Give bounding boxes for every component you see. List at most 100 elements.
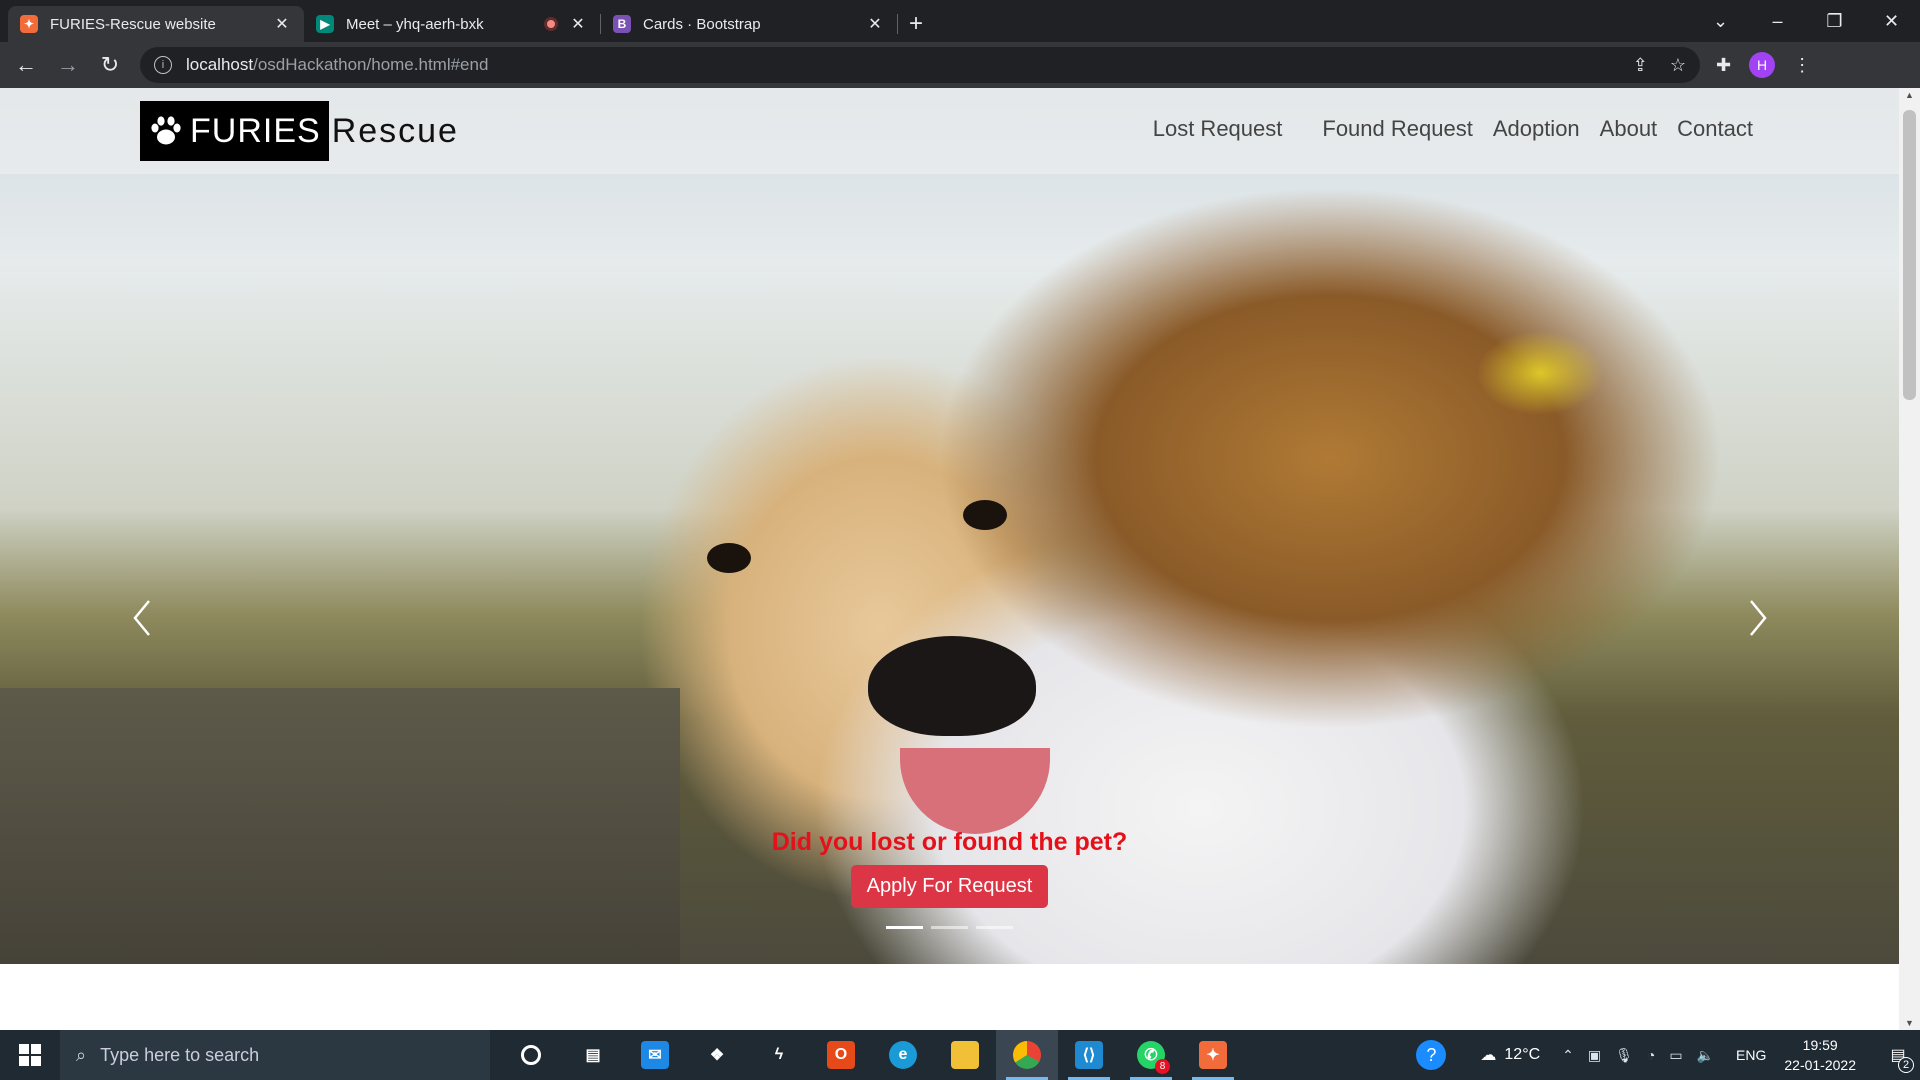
nav-link-found-request[interactable]: Found Request	[1322, 116, 1472, 142]
carousel-prev-button[interactable]	[122, 588, 162, 648]
close-tab-icon[interactable]: ✕	[865, 14, 885, 34]
carousel-next-button[interactable]	[1738, 588, 1778, 648]
meet-tray-icon[interactable]: ▣	[1588, 1047, 1601, 1064]
meet-favicon-icon: ▶	[316, 15, 334, 33]
minimize-button[interactable]: –	[1749, 11, 1806, 32]
office-app-icon[interactable]: O	[810, 1030, 872, 1080]
nav-link-about[interactable]: About	[1600, 116, 1658, 142]
start-button[interactable]	[0, 1030, 60, 1080]
recording-indicator-icon	[544, 17, 558, 31]
xampp-app-icon[interactable]: ✦	[1182, 1030, 1244, 1080]
browser-tab-furies[interactable]: ✦ FURIES-Rescue website ✕	[8, 6, 304, 42]
hero-image-detail	[963, 500, 1007, 530]
tab-title: FURIES-Rescue website	[50, 15, 216, 33]
tab-search-icon[interactable]: ⌄	[1692, 11, 1749, 32]
notification-center-icon[interactable]: ▤ 2	[1876, 1045, 1920, 1073]
file-explorer-icon[interactable]	[934, 1030, 996, 1080]
search-placeholder: Type here to search	[100, 1044, 260, 1065]
brand-logo-box: FURIES	[140, 101, 329, 161]
nav-link-adoption[interactable]: Adoption	[1493, 116, 1580, 142]
page-scrollbar[interactable]: ▲ ▼	[1899, 88, 1920, 1030]
chevron-right-icon	[1750, 600, 1767, 636]
taskbar-search-input[interactable]: ⌕ Type here to search	[60, 1030, 490, 1080]
windows-logo-icon	[19, 1044, 41, 1066]
close-window-button[interactable]: ✕	[1863, 11, 1920, 32]
close-tab-icon[interactable]: ✕	[568, 14, 588, 34]
browser-tab-bootstrap[interactable]: B Cards · Bootstrap ✕	[601, 6, 897, 42]
hero-image-detail	[900, 748, 1050, 834]
reload-icon[interactable]: ↻	[92, 47, 128, 83]
paw-icon	[146, 111, 186, 151]
menu-kebab-icon[interactable]: ⋮	[1793, 55, 1811, 76]
hero-image-background	[0, 688, 680, 964]
toolbar-actions: ✚ H ⋮	[1716, 52, 1811, 78]
caption-title: Did you lost or found the pet?	[771, 828, 1128, 856]
chevron-up-icon[interactable]: ⌃	[1562, 1047, 1574, 1064]
weather-widget[interactable]: ☁ 12°C	[1480, 1045, 1540, 1065]
url-path: /osdHackathon/home.html#end	[253, 55, 489, 74]
search-icon: ⌕	[76, 1044, 87, 1065]
microphone-icon[interactable]: 🎙	[1615, 1047, 1633, 1064]
back-icon[interactable]: ←	[8, 47, 44, 83]
chevron-left-icon	[133, 600, 150, 636]
scrollbar-thumb[interactable]	[1903, 110, 1916, 400]
battery-icon[interactable]: ▭	[1669, 1047, 1682, 1064]
scroll-down-icon[interactable]: ▼	[1899, 1018, 1920, 1028]
new-tab-button[interactable]: +	[898, 6, 934, 42]
vscode-app-icon[interactable]: ⟨⟩	[1058, 1030, 1120, 1080]
tab-title: Cards · Bootstrap	[643, 15, 761, 33]
apply-for-request-button[interactable]: Apply For Request	[850, 865, 1049, 908]
notification-count: 2	[1898, 1057, 1914, 1073]
system-tray: ? ☁ 12°C ⌃ ▣ 🎙 ◔ ▭ 🔈 ENG 19:59 22-01-202…	[1416, 1030, 1920, 1080]
share-icon[interactable]: ⇪	[1633, 55, 1648, 76]
mail-app-icon[interactable]: ✉	[624, 1030, 686, 1080]
browser-tab-meet[interactable]: ▶ Meet – yhq-aerh-bxk ✕	[304, 6, 600, 42]
extensions-icon[interactable]: ✚	[1716, 55, 1731, 76]
carousel-indicators	[0, 926, 1899, 929]
carousel-caption: Did you lost or found the pet? Apply For…	[0, 828, 1899, 908]
input-language[interactable]: ENG	[1736, 1047, 1766, 1063]
carousel-indicator[interactable]	[976, 926, 1013, 929]
tray-icons: ⌃ ▣ 🎙 ◔ ▭ 🔈	[1562, 1047, 1714, 1064]
restore-button[interactable]: ❐	[1806, 11, 1863, 32]
help-icon[interactable]: ?	[1416, 1040, 1447, 1070]
window-controls: ⌄ – ❐ ✕	[1692, 0, 1920, 42]
task-view-icon[interactable]: ▤	[562, 1030, 624, 1080]
temperature: 12°C	[1504, 1046, 1541, 1063]
nav-link-lost-request[interactable]: Lost Request	[1153, 116, 1283, 142]
carousel-indicator[interactable]	[886, 926, 923, 929]
brand-logo[interactable]: FURIES Rescue	[140, 101, 459, 161]
edge-app-icon[interactable]: e	[872, 1030, 934, 1080]
chrome-app-icon[interactable]	[996, 1030, 1058, 1080]
close-tab-icon[interactable]: ✕	[272, 14, 292, 34]
bootstrap-favicon-icon: B	[613, 15, 631, 33]
nav-link-contact[interactable]: Contact	[1677, 116, 1753, 142]
url-host: localhost	[186, 55, 254, 74]
hero-image-detail	[707, 543, 751, 573]
taskbar-clock[interactable]: 19:59 22-01-2022	[1784, 1035, 1856, 1075]
forward-icon[interactable]: →	[50, 47, 86, 83]
tab-title: Meet – yhq-aerh-bxk	[346, 15, 484, 33]
app-bolt-icon[interactable]: ϟ	[748, 1030, 810, 1080]
whatsapp-badge: 8	[1155, 1059, 1170, 1074]
hero-image-detail	[868, 636, 1036, 736]
brand-secondary-text: Rescue	[331, 111, 459, 150]
wifi-icon[interactable]: ◔	[1647, 1047, 1655, 1064]
cloud-icon: ☁	[1480, 1047, 1497, 1064]
clock-date: 22-01-2022	[1784, 1057, 1856, 1073]
dropbox-app-icon[interactable]: ❖	[686, 1030, 748, 1080]
bookmark-star-icon[interactable]: ☆	[1670, 55, 1686, 76]
scroll-up-icon[interactable]: ▲	[1899, 90, 1920, 100]
taskbar-apps: ▤ ✉ ❖ ϟ O e ⟨⟩ ✆ 8 ✦	[500, 1030, 1244, 1080]
whatsapp-app-icon[interactable]: ✆ 8	[1120, 1030, 1182, 1080]
page-viewport: FURIES Rescue Lost Request Found Request…	[0, 88, 1920, 1030]
volume-icon[interactable]: 🔈	[1697, 1047, 1714, 1064]
profile-avatar[interactable]: H	[1749, 52, 1776, 78]
site-info-icon[interactable]: i	[154, 56, 172, 74]
browser-toolbar: ← → ↻ i localhost/osdHackathon/home.html…	[0, 42, 1920, 88]
cortana-icon[interactable]	[500, 1030, 562, 1080]
tab-strip: ✦ FURIES-Rescue website ✕ ▶ Meet – yhq-a…	[0, 0, 1920, 42]
address-bar[interactable]: i localhost/osdHackathon/home.html#end ⇪…	[140, 47, 1700, 83]
main-nav: Lost Request Found Request Adoption Abou…	[1153, 116, 1753, 142]
carousel-indicator[interactable]	[931, 926, 968, 929]
